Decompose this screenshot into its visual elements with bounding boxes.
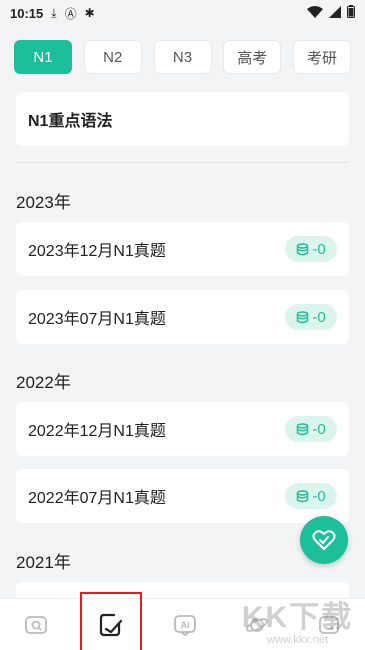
coin-count: -0 bbox=[312, 308, 326, 326]
svg-text:Ai: Ai bbox=[181, 620, 190, 630]
coin-count: -0 bbox=[312, 420, 326, 438]
coin-icon bbox=[297, 310, 309, 323]
exam-item-label: 2022年12月N1真题 bbox=[28, 423, 166, 440]
coin-icon bbox=[297, 242, 309, 255]
study-card-icon bbox=[24, 615, 47, 634]
coin-badge: -0 bbox=[285, 236, 337, 262]
planet-icon bbox=[246, 617, 269, 632]
exam-item-label: 2023年12月N1真题 bbox=[28, 243, 166, 260]
notification-a-icon: Ⓐ bbox=[64, 6, 77, 21]
tab-n3[interactable]: N3 bbox=[153, 40, 212, 74]
year-heading: 2021年 bbox=[16, 553, 71, 572]
tab-kaoyan[interactable]: 考研 bbox=[293, 40, 351, 74]
nav-profile[interactable] bbox=[309, 605, 349, 645]
battery-icon bbox=[347, 5, 355, 21]
coin-badge: -0 bbox=[285, 483, 337, 509]
year-heading: 2022年 bbox=[16, 373, 71, 392]
tab-n2[interactable]: N2 bbox=[83, 40, 142, 74]
tab-n1[interactable]: N1 bbox=[14, 40, 72, 74]
nav-ai[interactable]: Ai bbox=[165, 605, 205, 645]
ai-icon: Ai bbox=[174, 614, 197, 636]
profile-icon bbox=[319, 615, 339, 634]
bottom-nav: Ai bbox=[0, 591, 365, 650]
coin-count: -0 bbox=[312, 487, 326, 505]
exam-item[interactable]: 2022年07月N1真题 -0 bbox=[16, 469, 349, 523]
divider bbox=[16, 162, 349, 163]
nav-discover[interactable] bbox=[237, 605, 277, 645]
grammar-card-label: N1重点语法 bbox=[28, 113, 113, 130]
exam-item[interactable]: 2023年07月N1真题 -0 bbox=[16, 290, 349, 344]
coin-icon bbox=[297, 489, 309, 502]
coin-badge: -0 bbox=[285, 416, 337, 442]
heart-check-icon bbox=[312, 530, 336, 550]
coin-badge: -0 bbox=[285, 304, 337, 330]
exam-item-label: 2022年07月N1真题 bbox=[28, 490, 166, 507]
grammar-card[interactable]: N1重点语法 bbox=[16, 92, 349, 146]
nav-study[interactable] bbox=[16, 605, 56, 645]
signal-icon bbox=[329, 5, 341, 21]
year-heading: 2023年 bbox=[16, 193, 71, 212]
exam-check-icon bbox=[99, 613, 122, 636]
tab-gaokao[interactable]: 高考 bbox=[223, 40, 282, 74]
app-notification-icon: ✱ bbox=[84, 6, 95, 20]
favorite-button[interactable] bbox=[300, 516, 348, 564]
exam-item-label: 2023年07月N1真题 bbox=[28, 311, 166, 328]
exam-item[interactable]: 2023年12月N1真题 -0 bbox=[16, 222, 349, 276]
exam-item[interactable]: 2022年12月N1真题 -0 bbox=[16, 402, 349, 456]
level-tabs: N1 N2 N3 高考 考研 bbox=[14, 40, 351, 74]
download-icon: ⤓ bbox=[51, 5, 57, 20]
status-bar: 10:15 ⤓ Ⓐ ✱ bbox=[0, 0, 365, 26]
status-time: 10:15 bbox=[10, 5, 44, 21]
coin-icon bbox=[297, 422, 309, 435]
coin-count: -0 bbox=[312, 240, 326, 258]
nav-exam[interactable] bbox=[79, 591, 142, 650]
wifi-icon bbox=[307, 5, 323, 21]
